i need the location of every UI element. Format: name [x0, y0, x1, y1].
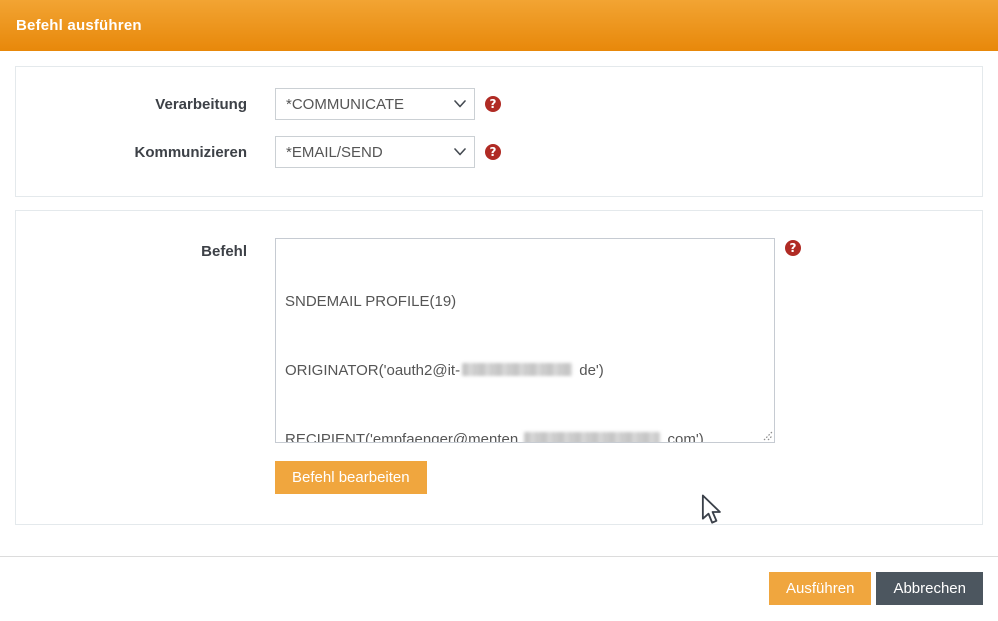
verarbeitung-row: Verarbeitung *COMMUNICATE ? — [16, 88, 501, 120]
cancel-button[interactable]: Abbrechen — [876, 572, 983, 605]
befehl-row: Befehl SNDEMAIL PROFILE(19) ORIGINATOR('… — [16, 238, 801, 443]
verarbeitung-select-wrap: *COMMUNICATE — [275, 88, 475, 120]
help-icon[interactable]: ? — [485, 144, 501, 160]
resize-handle-icon[interactable] — [761, 429, 773, 441]
help-icon[interactable]: ? — [485, 96, 501, 112]
footer-divider — [0, 556, 998, 557]
verarbeitung-select[interactable]: *COMMUNICATE — [275, 88, 475, 120]
command-line: SNDEMAIL PROFILE(19) — [285, 290, 765, 313]
command-line: RECIPIENT('empfaenger@menten. com') — [285, 428, 765, 443]
help-icon[interactable]: ? — [785, 240, 801, 256]
kommunizieren-row: Kommunizieren *EMAIL/SEND ? — [16, 136, 501, 168]
befehl-label: Befehl — [16, 238, 247, 260]
verarbeitung-label: Verarbeitung — [16, 96, 247, 113]
edit-command-button[interactable]: Befehl bearbeiten — [275, 461, 427, 494]
command-line: ORIGINATOR('oauth2@it- de') — [285, 359, 765, 382]
execute-button[interactable]: Ausführen — [769, 572, 871, 605]
command-panel: Befehl SNDEMAIL PROFILE(19) ORIGINATOR('… — [15, 210, 983, 525]
footer-actions: Ausführen Abbrechen — [769, 572, 983, 605]
redacted-text — [462, 363, 572, 376]
redacted-text — [524, 432, 660, 443]
processing-panel: Verarbeitung *COMMUNICATE ? Kommuniziere… — [15, 66, 983, 197]
command-textarea[interactable]: SNDEMAIL PROFILE(19) ORIGINATOR('oauth2@… — [275, 238, 775, 443]
kommunizieren-label: Kommunizieren — [16, 144, 247, 161]
kommunizieren-select[interactable]: *EMAIL/SEND — [275, 136, 475, 168]
kommunizieren-select-wrap: *EMAIL/SEND — [275, 136, 475, 168]
dialog-titlebar: Befehl ausführen — [0, 0, 998, 51]
dialog-title: Befehl ausführen — [16, 17, 142, 34]
execute-command-dialog: Befehl ausführen Verarbeitung *COMMUNICA… — [0, 0, 998, 621]
